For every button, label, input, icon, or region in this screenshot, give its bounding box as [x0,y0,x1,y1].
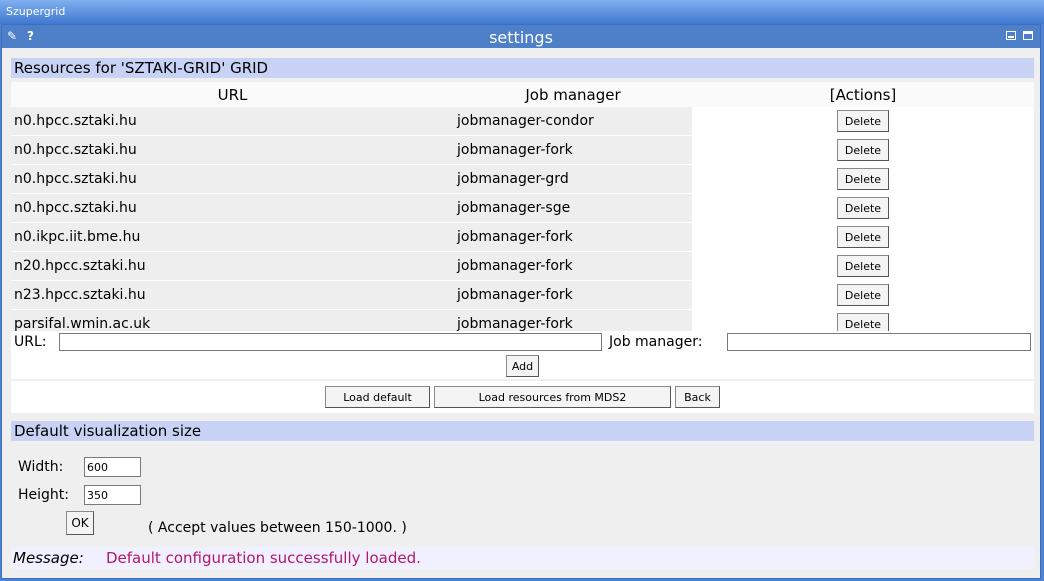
maximize-icon[interactable] [1023,31,1033,40]
table-row: n0.hpcc.sztaki.hu jobmanager-fork Delete [11,135,1034,165]
back-button[interactable]: Back [675,386,720,408]
resource-url: n0.hpcc.sztaki.hu [11,107,454,136]
delete-button[interactable]: Delete [837,139,889,161]
ok-button[interactable]: OK [66,511,94,535]
window-title-bar: Szupergrid [0,0,1044,24]
height-label: Height: [18,487,69,503]
delete-button[interactable]: Delete [837,168,889,190]
resource-job-manager: jobmanager-fork [454,251,692,281]
resource-url: n0.hpcc.sztaki.hu [11,164,454,194]
add-button[interactable]: Add [506,355,539,377]
resource-url: n0.hpcc.sztaki.hu [11,193,454,223]
delete-button[interactable]: Delete [837,110,889,132]
visualization-heading: Default visualization size [11,421,1034,441]
resource-url: n0.hpcc.sztaki.hu [11,135,454,165]
resource-job-manager: jobmanager-fork [454,222,692,252]
accept-values-hint: ( Accept values between 150-1000. ) [148,520,407,536]
width-input[interactable] [84,457,141,477]
delete-button[interactable]: Delete [837,226,889,248]
column-header-job-manager: Job manager [454,82,692,107]
minimize-icon[interactable] [1006,31,1016,40]
url-label: URL: [14,334,47,350]
table-row: n0.hpcc.sztaki.hu jobmanager-sge Delete [11,193,1034,223]
resources-heading: Resources for 'SZTAKI-GRID' GRID [11,58,1034,78]
message-bar: Message: Default configuration successfu… [11,547,1034,569]
job-manager-label: Job manager: [609,334,703,350]
resource-url: n0.ikpc.iit.bme.hu [11,222,454,252]
resource-job-manager: jobmanager-fork [454,280,692,310]
load-default-button[interactable]: Load default [325,386,430,408]
resource-url: n20.hpcc.sztaki.hu [11,251,454,281]
table-row: n0.hpcc.sztaki.hu jobmanager-condor Dele… [11,107,1034,136]
resource-job-manager: jobmanager-grd [454,164,692,194]
add-resource-area: URL: Job manager: Add [11,331,1034,379]
resource-job-manager: jobmanager-sge [454,193,692,223]
column-header-url: URL [11,82,454,107]
settings-portlet: ✎ ? settings Resources for 'SZTAKI-GRID'… [1,24,1041,579]
portlet-title: settings [489,28,553,47]
job-manager-input[interactable] [727,333,1031,351]
resources-table: URL Job manager [Actions] n0.hpcc.sztaki… [11,82,1034,339]
column-header-actions: [Actions] [692,82,1034,107]
url-input[interactable] [59,333,602,351]
table-row: n0.hpcc.sztaki.hu jobmanager-grd Delete [11,164,1034,194]
table-row: n0.ikpc.iit.bme.hu jobmanager-fork Delet… [11,222,1034,252]
delete-button[interactable]: Delete [837,197,889,219]
delete-button[interactable]: Delete [837,284,889,306]
window-title: Szupergrid [6,5,66,18]
height-input[interactable] [84,485,141,505]
portlet-title-bar: ✎ ? settings [2,25,1040,48]
load-mds2-button[interactable]: Load resources from MDS2 [434,386,671,408]
table-row: n20.hpcc.sztaki.hu jobmanager-fork Delet… [11,251,1034,281]
resource-job-manager: jobmanager-fork [454,135,692,165]
message-label: Message: [13,549,84,567]
resource-url: n23.hpcc.sztaki.hu [11,280,454,310]
message-text: Default configuration successfully loade… [106,549,421,567]
width-label: Width: [18,459,64,475]
resource-job-manager: jobmanager-condor [454,107,692,136]
resource-actions-bar: Load default Load resources from MDS2 Ba… [11,381,1034,413]
delete-button[interactable]: Delete [837,255,889,277]
table-row: n23.hpcc.sztaki.hu jobmanager-fork Delet… [11,280,1034,310]
